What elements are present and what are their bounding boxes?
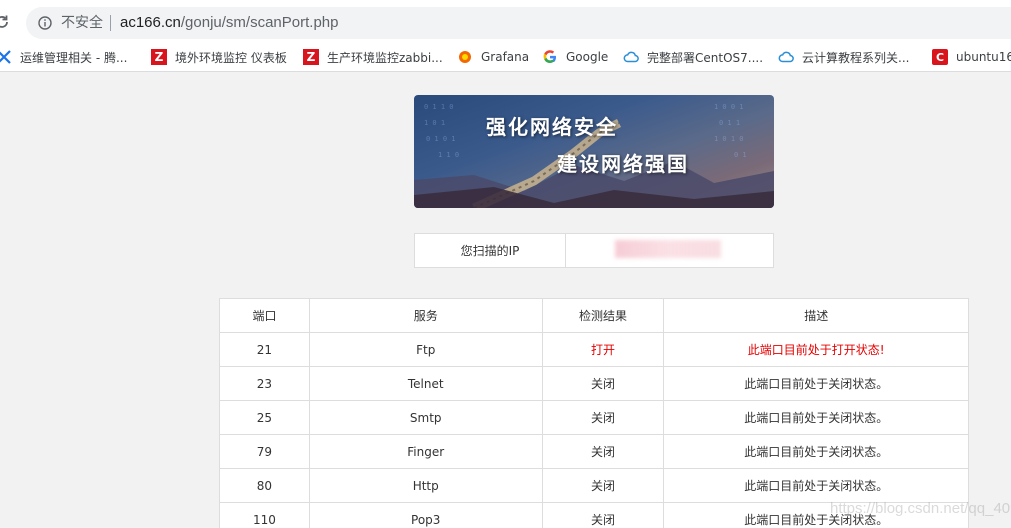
bookmarks-bar: 运维管理相关 - 腾... Z 境外环境监控 仪表板 Z 生产环境监控zabbi…: [0, 42, 1011, 72]
service-cell: Finger: [308, 434, 543, 469]
svg-text:0 1 1 0: 0 1 1 0: [424, 103, 454, 111]
url-path: /gonju/sm/scanPort.php: [180, 14, 339, 31]
header-description: 描述: [663, 298, 969, 333]
description-cell: 此端口目前处于打开状态!: [663, 332, 969, 367]
z-icon: Z: [151, 49, 167, 65]
bookmark-label: 完整部署CentOS7....: [647, 50, 764, 65]
port-cell: 80: [219, 468, 310, 503]
description-cell: 此端口目前处于关闭状态。: [663, 468, 969, 503]
bookmark-item[interactable]: Z 生产环境监控zabbi...: [303, 48, 443, 66]
info-icon[interactable]: [38, 16, 52, 30]
port-cell: 79: [219, 434, 310, 469]
port-cell: 25: [219, 400, 310, 435]
bookmark-label: Grafana: [481, 50, 530, 64]
bookmark-label: 生产环境监控zabbi...: [327, 50, 443, 65]
bookmark-label: Google: [566, 50, 609, 64]
port-cell: 21: [219, 332, 310, 367]
browser-toolbar: 不安全 ac166.cn/gonju/sm/scanPort.php: [0, 0, 1011, 42]
z-icon: Z: [303, 49, 319, 65]
result-cell: 打开: [541, 332, 665, 367]
header-service: 服务: [308, 298, 543, 333]
bookmark-item[interactable]: Z 境外环境监控 仪表板: [151, 48, 287, 66]
result-cell: 关闭: [541, 502, 665, 528]
banner-image: 0 1 1 01 0 10 1 0 1 1 0 0 10 1 11 0 1 0 …: [414, 95, 774, 208]
bookmark-label: 运维管理相关 - 腾...: [20, 50, 128, 65]
table-row: 79 Finger 关闭 此端口目前处于关闭状态。: [219, 434, 969, 469]
google-icon: [542, 49, 558, 65]
scanned-ip-box: 您扫描的IP: [414, 233, 774, 268]
table-row: 80 Http 关闭 此端口目前处于关闭状态。: [219, 468, 969, 503]
svg-text:0 1 0 1: 0 1 0 1: [426, 135, 456, 143]
port-scan-table: 端口 服务 检测结果 描述 21 Ftp 打开 此端口目前处于打开状态! 23 …: [219, 298, 969, 528]
url-text[interactable]: ac166.cn/gonju/sm/scanPort.php: [120, 14, 338, 32]
svg-text:0 1: 0 1: [734, 151, 747, 159]
header-port: 端口: [219, 298, 310, 333]
svg-text:1 0 1 0: 1 0 1 0: [714, 135, 744, 143]
svg-text:1 1 0: 1 1 0: [438, 151, 459, 159]
url-host: ac166.cn: [120, 14, 181, 31]
service-cell: Smtp: [308, 400, 543, 435]
result-cell: 关闭: [541, 468, 665, 503]
description-cell: 此端口目前处于关闭状态。: [663, 434, 969, 469]
bookmark-item[interactable]: C ubuntu16: [932, 48, 1011, 66]
service-cell: Ftp: [308, 332, 543, 367]
bookmark-label: 境外环境监控 仪表板: [175, 50, 287, 65]
banner-slogan-line2: 建设网络强国: [557, 152, 689, 176]
service-cell: Http: [308, 468, 543, 503]
table-row: 25 Smtp 关闭 此端口目前处于关闭状态。: [219, 400, 969, 435]
bookmark-item[interactable]: 完整部署CentOS7....: [623, 48, 763, 66]
svg-text:1 0 0 1: 1 0 0 1: [714, 103, 744, 111]
description-cell: 此端口目前处于关闭状态。: [663, 366, 969, 401]
security-label[interactable]: 不安全: [61, 15, 103, 31]
svg-text:0 1 1: 0 1 1: [719, 119, 740, 127]
table-row: 21 Ftp 打开 此端口目前处于打开状态!: [219, 332, 969, 367]
table-row: 23 Telnet 关闭 此端口目前处于关闭状态。: [219, 366, 969, 401]
port-cell: 23: [219, 366, 310, 401]
svg-text:1 0 1: 1 0 1: [424, 119, 445, 127]
scanned-ip-label: 您扫描的IP: [415, 234, 566, 267]
bookmark-item[interactable]: Grafana: [457, 48, 529, 66]
c-icon: C: [932, 49, 948, 65]
table-header-row: 端口 服务 检测结果 描述: [219, 298, 969, 333]
omnibox-divider: [110, 15, 111, 31]
bookmark-item[interactable]: 运维管理相关 - 腾...: [0, 48, 127, 66]
port-cell: 110: [219, 502, 310, 528]
address-bar[interactable]: 不安全 ac166.cn/gonju/sm/scanPort.php: [26, 7, 1011, 39]
scanned-ip-value-redacted: [615, 240, 721, 258]
cloud-icon: [778, 49, 794, 65]
result-cell: 关闭: [541, 400, 665, 435]
description-cell: 此端口目前处于关闭状态。: [663, 400, 969, 435]
cloud-icon: [623, 49, 639, 65]
result-cell: 关闭: [541, 366, 665, 401]
bookmark-label: 云计算教程系列关...: [802, 50, 910, 65]
result-cell: 关闭: [541, 434, 665, 469]
bookmark-item[interactable]: 云计算教程系列关...: [778, 48, 909, 66]
service-cell: Pop3: [308, 502, 543, 528]
bookmark-item[interactable]: Google: [542, 48, 608, 66]
reload-icon[interactable]: [0, 14, 10, 30]
service-cell: Telnet: [308, 366, 543, 401]
header-result: 检测结果: [541, 298, 665, 333]
grafana-icon: [457, 49, 473, 65]
bookmark-label: ubuntu16: [956, 50, 1011, 64]
multiply-icon: [0, 49, 12, 65]
watermark-text: https://blog.csdn.net/qq_40907977: [830, 500, 1011, 517]
banner-slogan-line1: 强化网络安全: [486, 115, 618, 139]
